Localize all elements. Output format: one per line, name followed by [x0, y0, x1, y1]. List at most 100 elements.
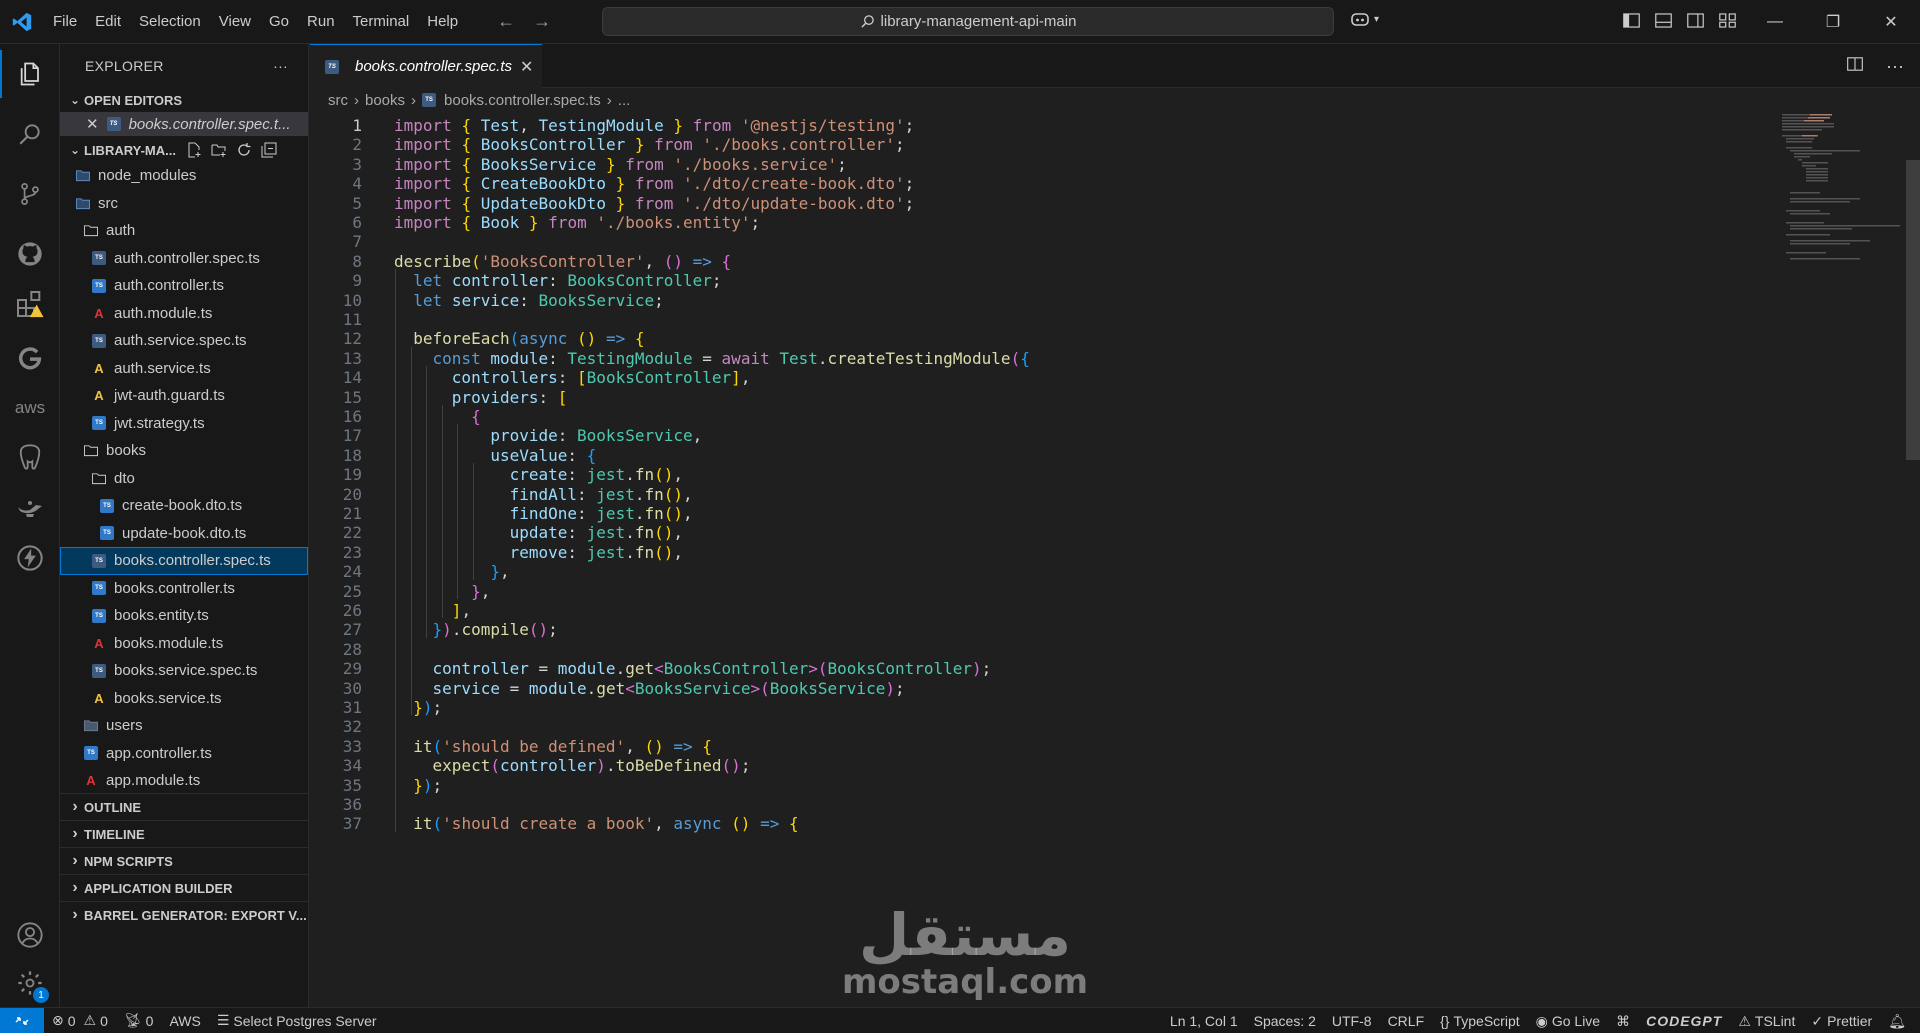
tree-item[interactable]: Aauth.module.ts [60, 300, 308, 328]
go-live-button[interactable]: ◉ Go Live [1528, 1013, 1608, 1030]
tree-item[interactable]: users [60, 712, 308, 740]
breadcrumb-file[interactable]: books.controller.spec.ts [444, 92, 601, 109]
menu-view[interactable]: View [210, 0, 260, 44]
settings-icon[interactable]: 1 [0, 959, 60, 1007]
command-center-search[interactable]: library-management-api-main [602, 7, 1334, 36]
close-window-icon[interactable]: ✕ [1862, 0, 1920, 44]
close-icon[interactable]: ✕ [86, 115, 99, 133]
explorer-icon[interactable] [0, 50, 60, 98]
project-section[interactable]: ⌄ LIBRARY-MA... [60, 138, 308, 162]
new-folder-icon[interactable] [211, 142, 227, 158]
indentation[interactable]: Spaces: 2 [1246, 1013, 1324, 1029]
toggle-panel-icon[interactable] [1654, 11, 1673, 30]
tree-item[interactable]: TS create-book.dto.ts [60, 492, 308, 520]
minimize-icon[interactable]: — [1746, 0, 1804, 44]
tree-item[interactable]: Abooks.module.ts [60, 630, 308, 658]
github-icon[interactable] [0, 230, 60, 278]
remote-indicator[interactable] [0, 1007, 44, 1033]
angular-file-icon: A [94, 305, 104, 321]
problems-indicator[interactable]: ⊗ 0 ⚠ 0 [44, 1012, 116, 1029]
menu-terminal[interactable]: Terminal [344, 0, 419, 44]
tree-item[interactable]: TS jwt.strategy.ts [60, 410, 308, 438]
tab-books-controller-spec[interactable]: TS books.controller.spec.ts ✕ [310, 44, 542, 88]
language-mode[interactable]: {} TypeScript [1432, 1013, 1528, 1029]
breadcrumb-src[interactable]: src [328, 92, 348, 109]
lamp-icon[interactable] [0, 484, 60, 532]
open-editor-item[interactable]: ✕ TS books.controller.spec.t... [60, 112, 308, 136]
new-file-icon[interactable] [186, 142, 202, 158]
tree-item[interactable]: Abooks.service.ts [60, 685, 308, 713]
extensions-icon[interactable] [0, 280, 60, 328]
code-editor[interactable]: 1 import { Test, TestingModule } from '@n… [310, 112, 1780, 1007]
sidebar-section-header[interactable]: › TIMELINE [60, 820, 308, 847]
ports-indicator[interactable]: 📡︎ 0 [116, 1012, 162, 1029]
tslint-status[interactable]: ⚠ TSLint [1730, 1013, 1803, 1030]
copilot-button[interactable]: ▾ [1350, 10, 1379, 28]
menu-file[interactable]: File [44, 0, 86, 44]
more-actions-icon[interactable]: ··· [1886, 56, 1904, 77]
tree-item[interactable]: dto [60, 465, 308, 493]
database-icon[interactable] [0, 434, 60, 482]
back-arrow-icon[interactable]: ← [497, 11, 515, 32]
prettier-status[interactable]: ✓ Prettier [1803, 1013, 1880, 1030]
menu-help[interactable]: Help [418, 0, 467, 44]
tree-item[interactable]: TS auth.controller.spec.ts [60, 245, 308, 273]
tree-item[interactable]: TS books.controller.spec.ts [60, 547, 308, 575]
source-control-icon[interactable] [0, 170, 60, 218]
breadcrumb-symbol[interactable]: ... [618, 92, 631, 109]
maximize-icon[interactable]: ❐ [1804, 0, 1862, 44]
thunder-icon[interactable] [0, 534, 60, 582]
tree-item[interactable]: TS auth.service.spec.ts [60, 327, 308, 355]
sidebar-section-header[interactable]: › OUTLINE [60, 793, 308, 820]
toggle-primary-sidebar-icon[interactable] [1622, 11, 1641, 30]
breadcrumb-books[interactable]: books [365, 92, 405, 109]
gitlens-icon[interactable] [0, 334, 60, 382]
code-token: . [586, 678, 597, 698]
tree-item[interactable]: TS app.controller.ts [60, 740, 308, 768]
tree-item[interactable]: Aauth.service.ts [60, 355, 308, 383]
tree-item[interactable]: TS auth.controller.ts [60, 272, 308, 300]
encoding[interactable]: UTF-8 [1324, 1013, 1380, 1029]
menu-edit[interactable]: Edit [86, 0, 130, 44]
vertical-scrollbar[interactable] [1906, 112, 1920, 1007]
menu-selection[interactable]: Selection [130, 0, 210, 44]
menu-run[interactable]: Run [298, 0, 344, 44]
tree-item[interactable]: TS update-book.dto.ts [60, 520, 308, 548]
tree-item[interactable]: TS books.service.spec.ts [60, 657, 308, 685]
tree-item[interactable]: books [60, 437, 308, 465]
tree-item[interactable]: src [60, 190, 308, 218]
split-editor-icon[interactable] [1846, 55, 1864, 78]
open-editors-section[interactable]: ⌄ OPEN EDITORS [60, 88, 308, 112]
search-icon[interactable] [0, 110, 60, 158]
codegpt-status[interactable]: CODEGPT [1638, 1013, 1730, 1029]
scrollbar-thumb[interactable] [1906, 160, 1920, 460]
refresh-icon[interactable] [236, 142, 252, 158]
more-actions-icon[interactable]: ··· [273, 58, 288, 74]
minimap[interactable] [1782, 112, 1900, 1007]
postgres-status[interactable]: ☰ Select Postgres Server [209, 1012, 385, 1029]
tree-item[interactable]: Ajwt-auth.guard.ts [60, 382, 308, 410]
menu-go[interactable]: Go [260, 0, 298, 44]
collapse-all-icon[interactable] [261, 142, 277, 158]
customize-layout-icon[interactable] [1718, 11, 1737, 30]
end-of-line[interactable]: CRLF [1380, 1013, 1433, 1029]
sidebar-section-header[interactable]: › BARREL GENERATOR: EXPORT V... [60, 901, 308, 928]
aws-status[interactable]: AWS [161, 1013, 208, 1029]
forward-arrow-icon[interactable]: → [533, 11, 551, 32]
tree-item[interactable]: Aapp.module.ts [60, 767, 308, 793]
cursor-position[interactable]: Ln 1, Col 1 [1162, 1013, 1246, 1029]
notifications-status[interactable]: 🔔︎ [1880, 1013, 1920, 1030]
tree-item[interactable]: node_modules [60, 162, 308, 190]
close-icon[interactable]: ✕ [520, 57, 533, 77]
sidebar-section-header[interactable]: › APPLICATION BUILDER [60, 874, 308, 901]
toggle-secondary-sidebar-icon[interactable] [1686, 11, 1705, 30]
aws-icon[interactable]: aws [0, 384, 60, 432]
tree-item[interactable]: auth [60, 217, 308, 245]
sidebar-section-header[interactable]: › NPM SCRIPTS [60, 847, 308, 874]
copilot-status[interactable]: ⌘ [1608, 1013, 1638, 1030]
tree-item[interactable]: TS books.controller.ts [60, 575, 308, 603]
account-icon[interactable] [0, 911, 60, 959]
tree-item[interactable]: TS books.entity.ts [60, 602, 308, 630]
